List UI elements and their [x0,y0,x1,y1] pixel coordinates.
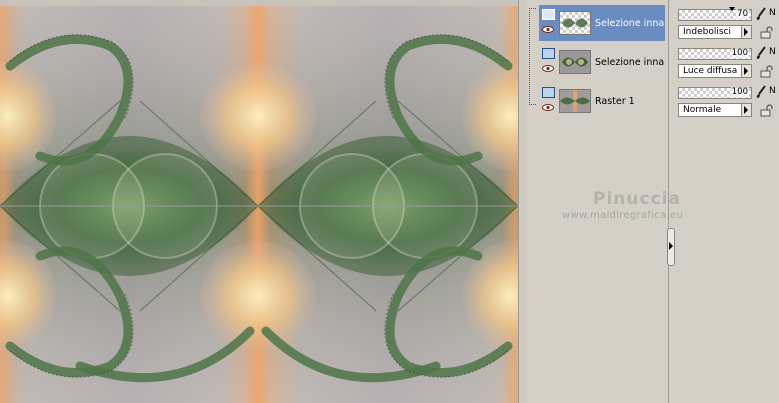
blend-mode-value: Indebolisci [683,27,731,37]
layer-properties: 70 Indebolisci N 100 Luce diffusa N 100 … [675,0,779,403]
eye-visibility-icon[interactable] [542,26,554,33]
brush-icon[interactable] [755,46,767,60]
opacity-value: 70 [736,9,749,19]
layer-flag-text: N [769,86,776,96]
blend-mode-select[interactable]: Indebolisci [678,25,752,39]
layer-row-selezione-innalzata-1[interactable]: Selezione innalzata [539,5,665,41]
layer-name: Selezione innalzata [595,17,665,29]
layer-name: Raster 1 [595,95,635,107]
blend-mode-value: Luce diffusa [683,66,738,76]
brush-icon[interactable] [755,85,767,99]
canvas-area[interactable] [0,0,528,403]
layer-flag-text: N [769,8,776,18]
blend-mode-value: Normale [683,105,722,115]
blend-mode-select[interactable]: Normale [678,103,752,117]
raster-layer-icon [542,9,555,20]
layer-thumbnail [559,50,591,74]
layer-props-row-1: 70 Indebolisci N [678,5,779,41]
layer-name: Selezione innalzata [595,56,665,68]
layer-group-bracket [529,8,536,105]
opacity-value: 100 [730,48,749,58]
eye-visibility-icon[interactable] [542,65,554,72]
palette-collapse-toggle[interactable] [667,228,675,266]
layer-row-selezione-innalzata-2[interactable]: Selezione innalzata [539,44,665,80]
opacity-slider[interactable]: 70 [678,7,752,21]
raster-layer-icon [542,87,555,98]
layer-props-row-3: 100 Normale N [678,83,779,119]
opacity-slider[interactable]: 100 [678,87,752,99]
dropdown-arrow-icon[interactable] [741,65,751,77]
dropdown-arrow-icon[interactable] [741,26,751,38]
lock-icon[interactable] [760,104,774,117]
watermark-url: www.maidiregrafica.eu [562,210,684,221]
layer-thumbnail [559,89,591,113]
arrow-right-icon [669,242,673,250]
lock-icon[interactable] [760,65,774,78]
artwork-image [0,6,518,403]
slider-caret-icon[interactable] [729,7,735,11]
blend-mode-select[interactable]: Luce diffusa [678,64,752,78]
dropdown-arrow-icon[interactable] [741,104,751,116]
opacity-value: 100 [730,87,749,97]
raster-layer-icon [542,48,555,59]
layer-row-raster-1[interactable]: Raster 1 [539,83,665,119]
opacity-slider[interactable]: 100 [678,48,752,60]
brush-icon[interactable] [755,7,767,21]
artwork-canvas[interactable] [0,6,518,403]
layer-thumbnail [559,11,591,35]
layer-props-row-2: 100 Luce diffusa N [678,44,779,80]
lock-icon[interactable] [760,26,774,39]
eye-visibility-icon[interactable] [542,104,554,111]
layer-flag-text: N [769,47,776,57]
watermark-author: Pinuccia [593,189,681,209]
